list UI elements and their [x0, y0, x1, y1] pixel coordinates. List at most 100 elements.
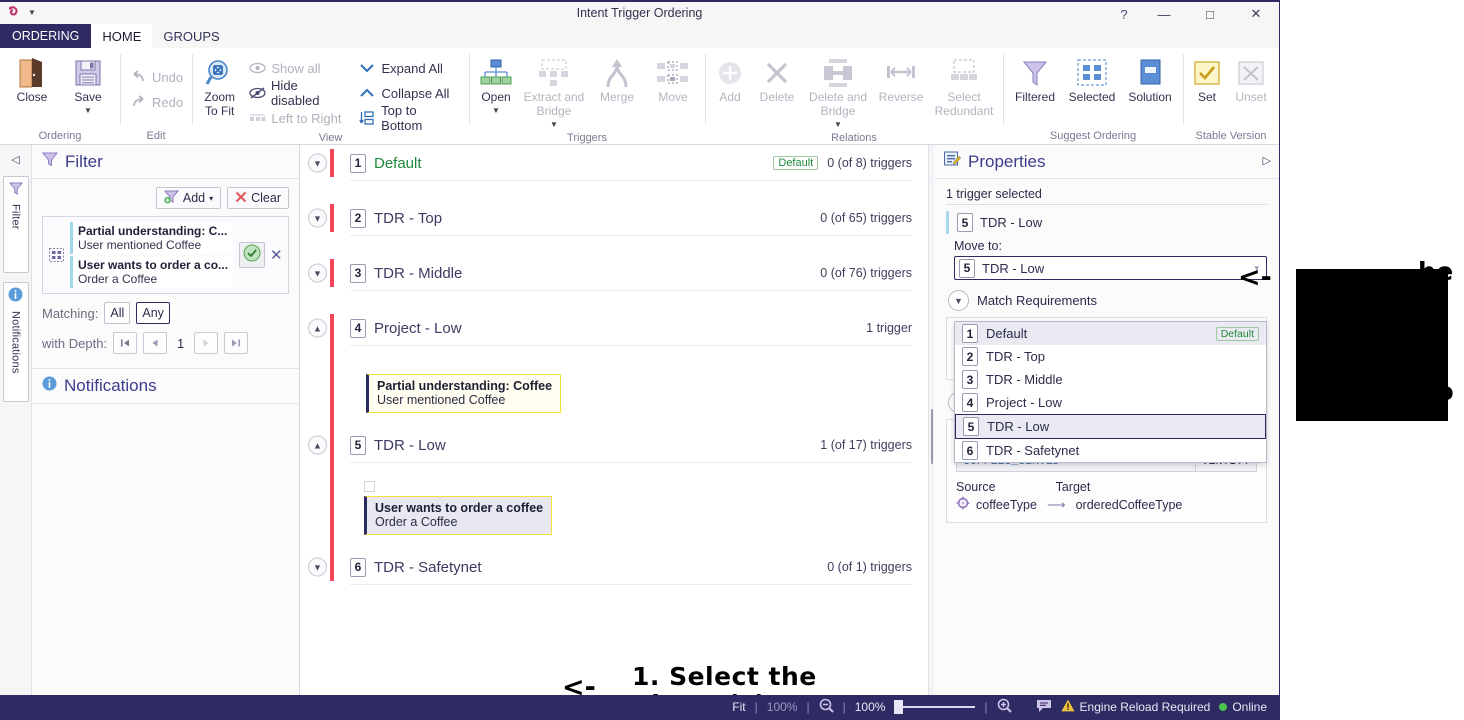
filter-entry[interactable]: User wants to order a co... Order a Coff… [70, 256, 234, 288]
delete-relation-button[interactable]: Delete [751, 53, 803, 107]
engine-reload-status[interactable]: Engine Reload Required [1060, 699, 1210, 715]
delete-and-bridge-button[interactable]: Delete and Bridge ▼ [803, 53, 873, 130]
trigger-checkbox[interactable] [364, 481, 375, 492]
matching-option-any[interactable]: Any [136, 302, 170, 324]
dropdown-item-tdr-top[interactable]: 2 TDR - Top [955, 345, 1266, 368]
redo-button[interactable]: Redo [124, 90, 188, 114]
depth-next-button[interactable] [194, 332, 219, 354]
chevron-down-icon[interactable]: ▾ [209, 194, 213, 203]
show-all-button[interactable]: Show all [243, 56, 353, 80]
tab-groups[interactable]: GROUPS [152, 24, 230, 48]
extract-and-bridge-button[interactable]: Extract and Bridge ▼ [519, 53, 589, 130]
group-number: 4 [350, 318, 366, 338]
depth-last-button[interactable] [224, 332, 249, 354]
minimize-button[interactable]: — [1141, 2, 1187, 26]
solution-button[interactable]: Solution [1121, 53, 1179, 107]
ribbon-tab-bar[interactable]: ORDERING HOME GROUPS ⌃ [0, 24, 1279, 61]
chevron-down-icon[interactable]: ▼ [308, 557, 327, 577]
move-to-dropdown-list[interactable]: 1 Default Default 2 TDR - Top 3 TDR - Mi… [954, 321, 1267, 463]
zoom-slider[interactable] [894, 700, 976, 714]
notifications-panel-header[interactable]: Notifications [32, 368, 299, 404]
extract-bridge-dropdown-icon[interactable]: ▼ [550, 120, 558, 128]
chevron-up-icon[interactable]: ▲ [308, 435, 327, 455]
set-stable-button[interactable]: Set [1187, 53, 1227, 107]
dropdown-item-tdr-low[interactable]: 5 TDR - Low [955, 414, 1266, 439]
filter-add-button[interactable]: Add ▾ [155, 187, 222, 209]
unset-stable-button[interactable]: Unset [1227, 53, 1275, 107]
dropdown-item-number: 2 [962, 347, 978, 366]
zoom-slider-track[interactable] [903, 706, 976, 708]
rail-tab-filter[interactable]: Filter [2, 176, 29, 273]
selected-button[interactable]: Selected [1063, 53, 1121, 107]
save-dropdown-icon[interactable]: ▼ [84, 106, 92, 114]
move-to-combobox[interactable]: 5 TDR - Low ▾ [954, 256, 1267, 280]
filter-entry[interactable]: Partial understanding: C... User mention… [70, 222, 234, 254]
group-header-project-low[interactable]: ▲ 4 Project - Low 1 trigger [300, 310, 928, 346]
left-to-right-button[interactable]: Left to Right [243, 106, 353, 130]
dropdown-item-tdr-safetynet[interactable]: 6 TDR - Safetynet [955, 439, 1266, 462]
reverse-button[interactable]: Reverse [873, 53, 929, 107]
open-dropdown-icon[interactable]: ▼ [492, 106, 500, 114]
trigger-card[interactable]: Partial understanding: Coffee User menti… [366, 374, 562, 413]
redaction-box [1296, 269, 1448, 421]
group-header-tdr-low[interactable]: ▲ 5 TDR - Low 1 (of 17) triggers [300, 427, 928, 463]
chevron-down-icon[interactable]: ▼ [308, 208, 327, 228]
group-header-tdr-middle[interactable]: ▼ 3 TDR - Middle 0 (of 76) triggers [300, 255, 928, 291]
mapping-arrow-icon: ⟶ [1046, 496, 1066, 512]
dropdown-item-default[interactable]: 1 Default Default [955, 322, 1266, 345]
chevron-down-icon[interactable]: ▼ [308, 263, 327, 283]
zoom-to-fit-button[interactable]: Zoom To Fit [196, 53, 243, 121]
filter-entry-list[interactable]: Partial understanding: C... User mention… [42, 216, 289, 294]
quick-access-dropdown-icon[interactable]: ▼ [28, 9, 36, 17]
quick-access-toolbar[interactable]: ▼ [0, 2, 36, 24]
close-button[interactable]: ✕ [1233, 2, 1279, 26]
merge-button[interactable]: Merge [589, 53, 645, 107]
group-header-tdr-safetynet[interactable]: ▼ 6 TDR - Safetynet 0 (of 1) triggers [300, 549, 928, 585]
move-button[interactable]: Move [645, 53, 701, 107]
filter-confirm-button[interactable] [239, 242, 266, 268]
delete-bridge-dropdown-icon[interactable]: ▼ [834, 120, 842, 128]
matching-option-all[interactable]: All [104, 302, 131, 324]
zoom-slider-knob[interactable] [894, 700, 904, 714]
undo-button[interactable]: Undo [124, 65, 188, 89]
dropdown-item-tdr-middle[interactable]: 3 TDR - Middle [955, 368, 1266, 391]
dropdown-item-project-low[interactable]: 4 Project - Low [955, 391, 1266, 414]
zoom-out-icon[interactable] [819, 698, 834, 716]
trigger-card-selected[interactable]: User wants to order a coffee Order a Cof… [364, 496, 553, 535]
top-to-bottom-button[interactable]: Top to Bottom [353, 103, 465, 133]
expand-all-button[interactable]: Expand All [353, 56, 465, 80]
rail-collapse-icon[interactable]: ◁ [0, 145, 31, 173]
add-relation-button[interactable]: Add [709, 53, 751, 107]
window-controls[interactable]: ? — □ ✕ [1107, 2, 1279, 26]
depth-first-button[interactable] [113, 332, 138, 354]
chevron-down-icon[interactable]: ▾ [1254, 263, 1262, 274]
top-to-bottom-icon [358, 111, 376, 125]
close-button-ribbon[interactable]: Close [4, 53, 60, 107]
dropdown-item-label: TDR - Middle [986, 372, 1063, 387]
filtered-button[interactable]: Filtered [1007, 53, 1063, 107]
group-header-tdr-top[interactable]: ▼ 2 TDR - Top 0 (of 65) triggers [300, 200, 928, 236]
zoom-in-icon[interactable] [997, 698, 1012, 716]
properties-expand-icon[interactable]: ▷ [1263, 154, 1271, 167]
select-redundant-button[interactable]: Select Redundant [929, 53, 999, 121]
tab-home[interactable]: HOME [91, 24, 153, 48]
collapse-all-button[interactable]: Collapse All [353, 81, 465, 105]
tab-ordering[interactable]: ORDERING [0, 24, 92, 48]
group-name: TDR - Middle [374, 264, 463, 282]
group-header-default[interactable]: ▼ 1 Default Default 0 (of 8) triggers [300, 145, 928, 181]
open-button[interactable]: Open ▼ [473, 53, 519, 116]
hide-disabled-button[interactable]: Hide disabled [243, 78, 353, 108]
rail-tab-notifications[interactable]: Notifications [2, 282, 29, 402]
comment-icon[interactable] [1036, 699, 1052, 716]
chevron-down-icon[interactable]: ▼ [308, 153, 327, 173]
maximize-button[interactable]: □ [1187, 2, 1233, 26]
depth-prev-button[interactable] [143, 332, 168, 354]
chevron-down-icon[interactable]: ▼ [948, 290, 969, 311]
chevron-up-icon[interactable]: ▲ [308, 318, 327, 338]
help-button[interactable]: ? [1107, 2, 1141, 26]
filter-clear-button[interactable]: Clear [227, 187, 289, 209]
save-button[interactable]: Save ▼ [60, 53, 116, 116]
status-fit-label[interactable]: Fit [732, 700, 745, 714]
filter-remove-button[interactable]: ✕ [270, 246, 283, 264]
match-requirements-section-header[interactable]: ▼ Match Requirements [948, 290, 1267, 311]
